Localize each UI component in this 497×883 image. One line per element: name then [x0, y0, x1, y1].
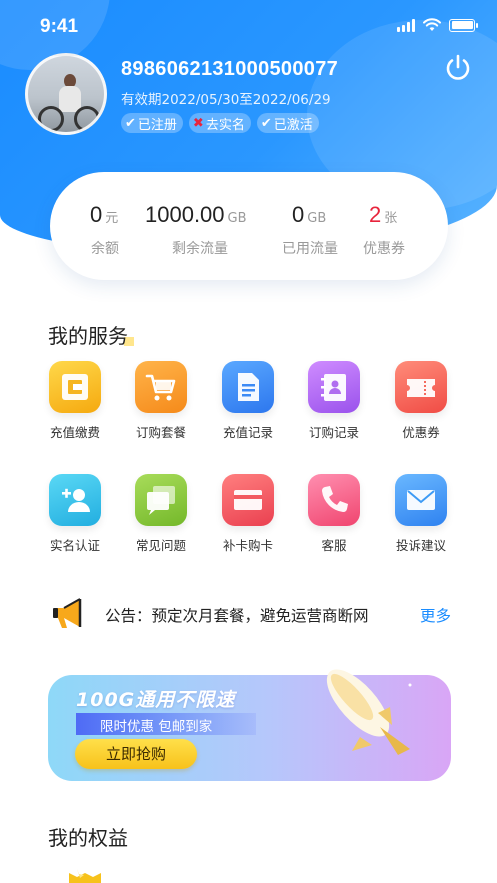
cellular-signal-icon	[397, 18, 415, 32]
power-icon[interactable]	[442, 52, 474, 84]
wifi-icon	[423, 18, 441, 31]
status-time: 9:41	[40, 16, 79, 37]
service-label: 实名认证	[49, 538, 100, 553]
battery-icon	[449, 18, 478, 32]
stat-value: 0	[292, 202, 305, 227]
add-user-icon	[62, 488, 90, 512]
service-label: 常见问题	[135, 538, 186, 553]
card-c-icon	[62, 374, 88, 400]
cart-icon	[145, 374, 176, 401]
tag-label: 去实名	[205, 117, 245, 133]
service-label: 优惠券	[402, 425, 440, 440]
service-card-replacement[interactable]: 补卡购卡	[213, 474, 283, 554]
service-label: 补卡购卡	[222, 538, 273, 553]
stat-unit: 元	[105, 211, 119, 226]
registered-tag: ✔ 已注册	[121, 113, 183, 133]
mail-icon	[407, 490, 435, 510]
stat-unit: GB	[307, 211, 327, 226]
card-number: 8986062131000500077	[121, 58, 339, 80]
promo-banner[interactable]: 100G通用不限速 限时优惠 包邮到家 立即抢购	[48, 667, 451, 781]
announcement-bar: 公告：预定次月套餐，避免运营商断网 更多	[48, 594, 453, 634]
verify-identity-tag[interactable]: ✖ 去实名	[188, 113, 251, 133]
banner-headline: 100G通用不限速	[76, 689, 236, 711]
phone-icon	[321, 486, 348, 513]
stat-value: 1000.00	[145, 202, 225, 227]
star-icon	[69, 869, 101, 883]
account-stats-card: 0元 余额 1000.00 GB 剩余流量 0 GB 已用流量 2张 优惠券	[50, 172, 448, 280]
avatar[interactable]	[25, 53, 107, 135]
ticket-icon	[407, 379, 435, 397]
stat-label: 剩余流量	[172, 241, 228, 257]
buy-now-button[interactable]: 立即抢购	[75, 739, 197, 769]
banner-subtitle: 限时优惠 包邮到家	[100, 719, 213, 735]
check-icon: ✔	[260, 115, 272, 131]
chat-icon	[147, 486, 175, 515]
activated-tag: ✔ 已激活	[256, 113, 319, 133]
service-label: 订购套餐	[135, 425, 186, 440]
stat-label: 余额	[91, 241, 119, 257]
status-bar: 9:41	[0, 0, 497, 52]
service-coupons[interactable]: 优惠券	[386, 361, 456, 441]
card-icon	[234, 490, 262, 510]
contact-book-icon	[321, 374, 346, 401]
stat-label: 已用流量	[282, 241, 338, 257]
service-faq[interactable]: 常见问题	[126, 474, 196, 554]
stat-unit: GB	[227, 211, 247, 226]
service-real-name-auth[interactable]: 实名认证	[40, 474, 110, 554]
service-recharge[interactable]: 充值缴费	[40, 361, 110, 441]
service-label: 投诉建议	[395, 538, 446, 553]
megaphone-icon	[53, 598, 82, 628]
service-customer-service[interactable]: 客服	[299, 474, 369, 554]
service-order-plan[interactable]: 订购套餐	[126, 361, 196, 441]
service-recharge-record[interactable]: 充值记录	[213, 361, 283, 441]
service-label: 充值缴费	[49, 425, 100, 440]
more-link[interactable]: 更多	[420, 604, 451, 626]
services-title: 我的服务	[48, 320, 134, 349]
stat-value: 2	[369, 202, 382, 227]
rocket-icon	[316, 667, 412, 755]
announcement-text: 公告：预定次月套餐，避免运营商断网	[105, 607, 369, 625]
cross-icon: ✖	[192, 115, 204, 131]
document-icon	[238, 373, 259, 401]
status-tags: ✔ 已注册 ✖ 去实名 ✔ 已激活	[121, 113, 319, 133]
rights-title: 我的权益	[48, 826, 128, 850]
stat-unit: 张	[384, 211, 398, 226]
tag-label: 已注册	[137, 117, 177, 133]
service-label: 客服	[321, 538, 347, 553]
tag-label: 已激活	[273, 117, 313, 133]
stat-label: 优惠券	[363, 241, 405, 257]
service-label: 充值记录	[222, 425, 273, 440]
validity-period: 有效期2022/05/30至2022/06/29	[121, 92, 331, 108]
service-order-record[interactable]: 订购记录	[299, 361, 369, 441]
stat-value: 0	[90, 202, 103, 227]
check-icon: ✔	[125, 115, 136, 131]
service-label: 订购记录	[308, 425, 359, 440]
service-complaints[interactable]: 投诉建议	[386, 474, 456, 554]
